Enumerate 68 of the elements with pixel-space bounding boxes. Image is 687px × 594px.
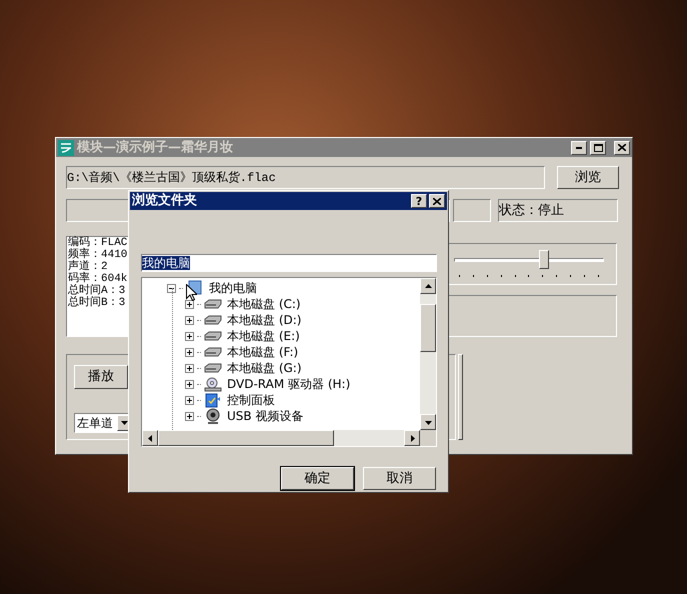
dialog-button[interactable]: 确定 bbox=[281, 467, 354, 490]
info-line: 码率：604k bbox=[68, 273, 128, 285]
drive-icon bbox=[204, 331, 222, 341]
scrollbar-corner bbox=[420, 430, 436, 446]
maximize-icon bbox=[594, 144, 602, 152]
disc-drive-icon bbox=[204, 376, 222, 392]
folder-name-field[interactable]: 我的电脑 bbox=[141, 254, 437, 272]
minimize-button[interactable] bbox=[571, 140, 587, 154]
tree-item[interactable]: 本地磁盘 (C:) bbox=[225, 298, 303, 310]
expand-icon[interactable] bbox=[185, 348, 194, 356]
info-line: 编码：FLAC bbox=[68, 237, 128, 249]
scroll-thumb[interactable] bbox=[158, 430, 334, 446]
tree-item[interactable]: 本地磁盘 (F:) bbox=[225, 346, 300, 358]
expand-icon[interactable] bbox=[185, 316, 194, 324]
camera-icon bbox=[205, 408, 221, 424]
close-icon bbox=[618, 144, 626, 151]
slider-thumb[interactable] bbox=[539, 250, 549, 269]
window-title: 模块—演示例子—霜华月妆 bbox=[77, 138, 234, 157]
expand-icon[interactable] bbox=[185, 396, 194, 404]
browse-button[interactable]: 浏览 bbox=[557, 166, 619, 189]
info-line: 声道：2 bbox=[68, 261, 108, 273]
tree-item[interactable]: 本地磁盘 (D:) bbox=[225, 314, 304, 326]
dialog-button[interactable]: 取消 bbox=[363, 467, 436, 490]
expand-icon[interactable] bbox=[185, 332, 194, 340]
dialog-title: 浏览文件夹 bbox=[132, 192, 198, 210]
status-label: 状态：停止 bbox=[498, 199, 618, 222]
scroll-right-button[interactable] bbox=[404, 430, 420, 446]
mouse-pointer-icon bbox=[186, 284, 197, 301]
horizontal-scrollbar[interactable] bbox=[142, 430, 436, 446]
up-arrow-icon bbox=[424, 282, 432, 290]
drive-icon bbox=[204, 315, 222, 325]
tree-item[interactable]: 本地磁盘 (E:) bbox=[225, 330, 302, 342]
scroll-thumb[interactable] bbox=[420, 304, 436, 352]
drive-icon bbox=[204, 299, 222, 309]
display-panel bbox=[453, 199, 491, 222]
dropdown-arrow-icon bbox=[120, 421, 128, 425]
drive-icon bbox=[204, 347, 222, 357]
tree-item[interactable]: 本地磁盘 (G:) bbox=[225, 362, 304, 374]
drive-icon bbox=[204, 363, 222, 373]
expand-icon[interactable] bbox=[185, 380, 194, 388]
tree-item[interactable]: USB 视频设备 bbox=[225, 410, 306, 422]
tree-item[interactable]: DVD-RAM 驱动器 (H:) bbox=[225, 378, 352, 390]
vertical-scrollbar[interactable] bbox=[420, 278, 436, 430]
close-button[interactable] bbox=[614, 140, 630, 154]
maximize-button[interactable] bbox=[590, 140, 606, 154]
tree-item[interactable]: 我的电脑 bbox=[207, 282, 259, 294]
close-icon bbox=[433, 198, 441, 204]
control-panel-icon bbox=[205, 392, 221, 408]
scroll-down-button[interactable] bbox=[420, 414, 436, 430]
play-button[interactable]: 播放 bbox=[74, 365, 128, 389]
left-arrow-icon bbox=[146, 434, 154, 442]
collapse-icon[interactable] bbox=[167, 284, 176, 292]
down-arrow-icon bbox=[424, 418, 432, 426]
info-line: 总时间B：3 bbox=[68, 297, 126, 309]
scroll-left-button[interactable] bbox=[142, 430, 158, 446]
file-path-field[interactable]: G:\音频\《楼兰古国》顶级私货.flac bbox=[66, 166, 545, 189]
minimize-icon bbox=[576, 146, 582, 148]
tree-item[interactable]: 控制面板 bbox=[225, 394, 277, 406]
scroll-up-button[interactable] bbox=[420, 278, 436, 294]
help-button[interactable]: ? bbox=[411, 194, 427, 208]
info-line: 频率：4410 bbox=[68, 249, 128, 261]
right-arrow-icon bbox=[408, 434, 416, 442]
close-button[interactable] bbox=[429, 194, 445, 208]
app-logo-icon bbox=[58, 140, 74, 156]
expand-icon[interactable] bbox=[185, 412, 194, 420]
info-line: 总时间A：3 bbox=[68, 285, 126, 297]
expand-icon[interactable] bbox=[185, 364, 194, 372]
expand-icon[interactable] bbox=[185, 300, 194, 308]
